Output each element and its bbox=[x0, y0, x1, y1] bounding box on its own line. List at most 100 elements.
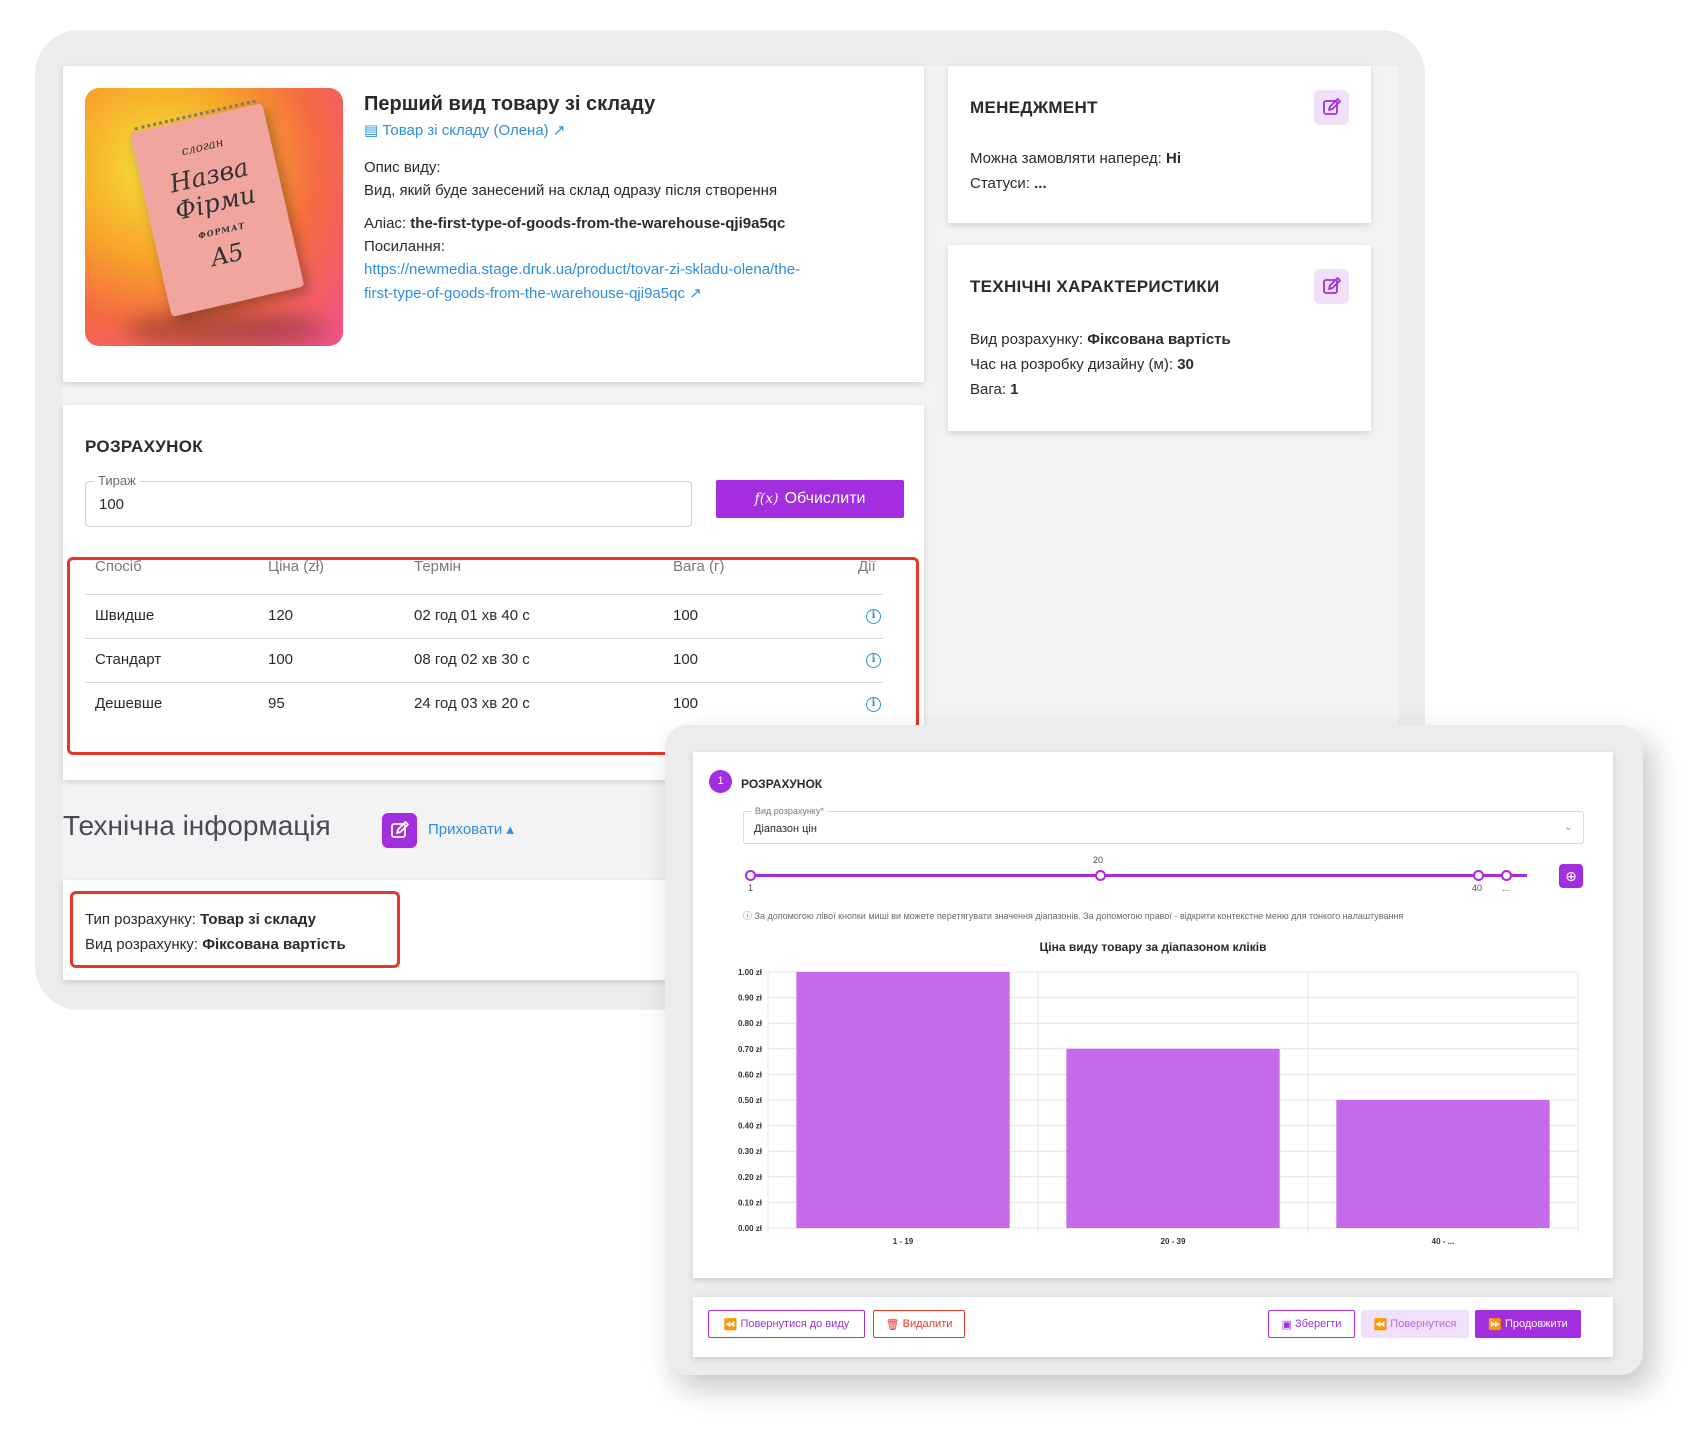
y-tick-label: 0.80 zł bbox=[738, 1019, 763, 1028]
chevron-down-icon: ⌄ bbox=[1563, 821, 1573, 833]
management-edit-button[interactable] bbox=[1314, 90, 1349, 125]
specs-calc-kind-label: Вид розрахунку: bbox=[970, 331, 1084, 348]
management-title: МЕНЕДЖМЕНТ bbox=[970, 98, 1098, 117]
statuses-value: ... bbox=[1034, 175, 1047, 192]
add-range-button[interactable]: ⊕ bbox=[1559, 864, 1583, 888]
calc-type-select[interactable]: Вид розрахунку* Діапазон цін ⌄ bbox=[743, 806, 1584, 844]
statuses-line: Статуси: ... bbox=[970, 175, 1047, 192]
y-tick-label: 0.60 zł bbox=[738, 1070, 763, 1079]
slider-hint-text: За допомогою лівої кнопки миші ви можете… bbox=[754, 911, 1404, 921]
chart-bar bbox=[796, 972, 1010, 1228]
x-tick-label: 1 - 19 bbox=[893, 1237, 914, 1246]
rewind-icon: ⏪ bbox=[723, 1318, 741, 1331]
tirazh-input[interactable]: Тираж 100 bbox=[85, 473, 692, 527]
calculation-title: РОЗРАХУНОК bbox=[85, 437, 203, 456]
image-shadow bbox=[125, 310, 325, 346]
design-time-line: Час на розробку дизайну (м): 30 bbox=[970, 356, 1194, 373]
calculate-button-label: Обчислити bbox=[784, 490, 866, 507]
external-link-icon: ↗ bbox=[689, 285, 702, 302]
back-to-kind-button-label: Повернутися до виду bbox=[740, 1318, 850, 1330]
save-button[interactable]: ▣ Зберегти bbox=[1268, 1310, 1355, 1338]
warehouse-icon: ▤ bbox=[364, 122, 379, 139]
y-tick-label: 0.00 zł bbox=[738, 1224, 763, 1233]
save-button-label: Зберегти bbox=[1295, 1318, 1342, 1330]
tech-info-edit-button[interactable] bbox=[382, 813, 417, 848]
slider-handle[interactable] bbox=[1095, 870, 1106, 881]
slider-handle-end[interactable] bbox=[1501, 870, 1512, 881]
specs-calc-kind-value: Фіксована вартість bbox=[1087, 331, 1231, 348]
slider-handle[interactable] bbox=[1473, 870, 1484, 881]
fast-forward-icon: ⏩ bbox=[1488, 1318, 1505, 1331]
preorder-value: Ні bbox=[1166, 150, 1181, 167]
alias-label: Аліас: bbox=[364, 215, 407, 232]
trash-icon: 🗑 bbox=[885, 1318, 903, 1331]
product-title: Перший вид товару зі складу bbox=[364, 93, 656, 115]
back-to-kind-button[interactable]: ⏪ Повернутися до виду bbox=[708, 1310, 865, 1338]
weight-label: Вага: bbox=[970, 381, 1006, 398]
weight-value: 1 bbox=[1010, 381, 1019, 398]
product-image: слоган Назва Фірми ФОРМАТ A5 bbox=[85, 88, 343, 346]
tirazh-label: Тираж bbox=[94, 473, 140, 488]
edit-icon bbox=[391, 821, 409, 838]
calc-type-select-value: Діапазон цін bbox=[754, 823, 817, 835]
price-range-chart: 0.00 zł 0.10 zł 0.20 zł 0.30 zł 0.40 zł 0.50 … bbox=[738, 968, 1579, 1246]
design-time-value: 30 bbox=[1177, 356, 1194, 373]
y-tick-label: 1.00 zł bbox=[738, 968, 763, 977]
chart-bar bbox=[1336, 1100, 1550, 1228]
specs-card: ТЕХНІЧНІ ХАРАКТЕРИСТИКИ Вид розрахунку: … bbox=[948, 245, 1371, 431]
tech-info-heading: Технічна інформація bbox=[63, 810, 331, 841]
alias-value: the-first-type-of-goods-from-the-warehou… bbox=[410, 215, 786, 232]
product-url-line2-text: first-type-of-goods-from-the-warehouse-q… bbox=[364, 285, 685, 302]
continue-button[interactable]: ⏩ Продовжити bbox=[1475, 1310, 1581, 1338]
alias-line: Аліас: the-first-type-of-goods-from-the-… bbox=[364, 215, 785, 232]
description-text: Вид, який буде занесений на склад одразу… bbox=[364, 182, 778, 199]
plus-circle-icon: ⊕ bbox=[1565, 868, 1577, 884]
preorder-label: Можна замовляти наперед: bbox=[970, 150, 1162, 167]
x-tick-label: 40 - ... bbox=[1432, 1237, 1455, 1246]
y-tick-label: 0.50 zł bbox=[738, 1096, 763, 1105]
step-badge: 1 bbox=[709, 770, 732, 793]
statuses-label: Статуси: bbox=[970, 175, 1030, 192]
save-icon: ▣ bbox=[1281, 1318, 1296, 1331]
product-url-line1[interactable]: https://newmedia.stage.druk.ua/product/t… bbox=[364, 261, 800, 278]
info-icon: ⓘ bbox=[743, 911, 753, 921]
external-link-icon: ↗ bbox=[552, 122, 566, 139]
y-tick-label: 0.10 zł bbox=[738, 1198, 763, 1207]
price-range-card: 1 РОЗРАХУНОК Вид розрахунку* Діапазон ці… bbox=[693, 752, 1613, 1278]
y-tick-label: 0.40 zł bbox=[738, 1122, 763, 1131]
slider-handle[interactable] bbox=[745, 870, 756, 881]
tech-info-highlight-box bbox=[70, 891, 400, 968]
specs-title: ТЕХНІЧНІ ХАРАКТЕРИСТИКИ bbox=[970, 277, 1220, 296]
back-button[interactable]: ⏪ Повернутися bbox=[1361, 1310, 1469, 1338]
slider-label-more: ... bbox=[1502, 883, 1510, 893]
front-title: РОЗРАХУНОК bbox=[741, 777, 823, 791]
management-card: МЕНЕДЖМЕНТ Можна замовляти наперед: Ні С… bbox=[948, 66, 1371, 223]
function-icon: f(x) bbox=[754, 491, 779, 507]
y-tick-label: 0.30 zł bbox=[738, 1147, 763, 1156]
calculate-button[interactable]: f(x) Обчислити bbox=[716, 480, 904, 518]
product-category-link-text: Товар зі складу (Олена) bbox=[382, 122, 549, 139]
slider-label-end: 40 bbox=[1472, 883, 1483, 893]
rewind-icon: ⏪ bbox=[1373, 1318, 1391, 1331]
edit-icon bbox=[1323, 98, 1341, 115]
preorder-line: Можна замовляти наперед: Ні bbox=[970, 150, 1181, 167]
y-tick-label: 0.90 zł bbox=[738, 994, 763, 1003]
product-card: слоган Назва Фірми ФОРМАТ A5 Перший вид … bbox=[63, 66, 924, 382]
calc-type-select-label: Вид розрахунку* bbox=[752, 806, 827, 816]
weight-line: Вага: 1 bbox=[970, 381, 1019, 398]
design-time-label: Час на розробку дизайну (м): bbox=[970, 356, 1174, 373]
range-slider-track[interactable] bbox=[749, 874, 1527, 877]
url-label: Посилання: bbox=[364, 238, 445, 255]
delete-button[interactable]: 🗑 Видалити bbox=[873, 1310, 965, 1338]
notebook-illustration: слоган Назва Фірми ФОРМАТ A5 bbox=[129, 99, 305, 317]
specs-edit-button[interactable] bbox=[1314, 269, 1349, 304]
x-tick-label: 20 - 39 bbox=[1161, 1237, 1186, 1246]
product-category-link[interactable]: ▤ Товар зі складу (Олена) ↗ bbox=[364, 121, 565, 139]
product-url-line2[interactable]: first-type-of-goods-from-the-warehouse-q… bbox=[364, 284, 702, 302]
tirazh-value: 100 bbox=[99, 496, 125, 513]
hide-toggle[interactable]: Приховати ▴ bbox=[428, 820, 514, 838]
y-tick-label: 0.20 zł bbox=[738, 1173, 763, 1182]
back-button-label: Повернутися bbox=[1390, 1318, 1457, 1330]
continue-button-label: Продовжити bbox=[1504, 1318, 1568, 1330]
slider-label-start: 1 bbox=[748, 883, 754, 893]
